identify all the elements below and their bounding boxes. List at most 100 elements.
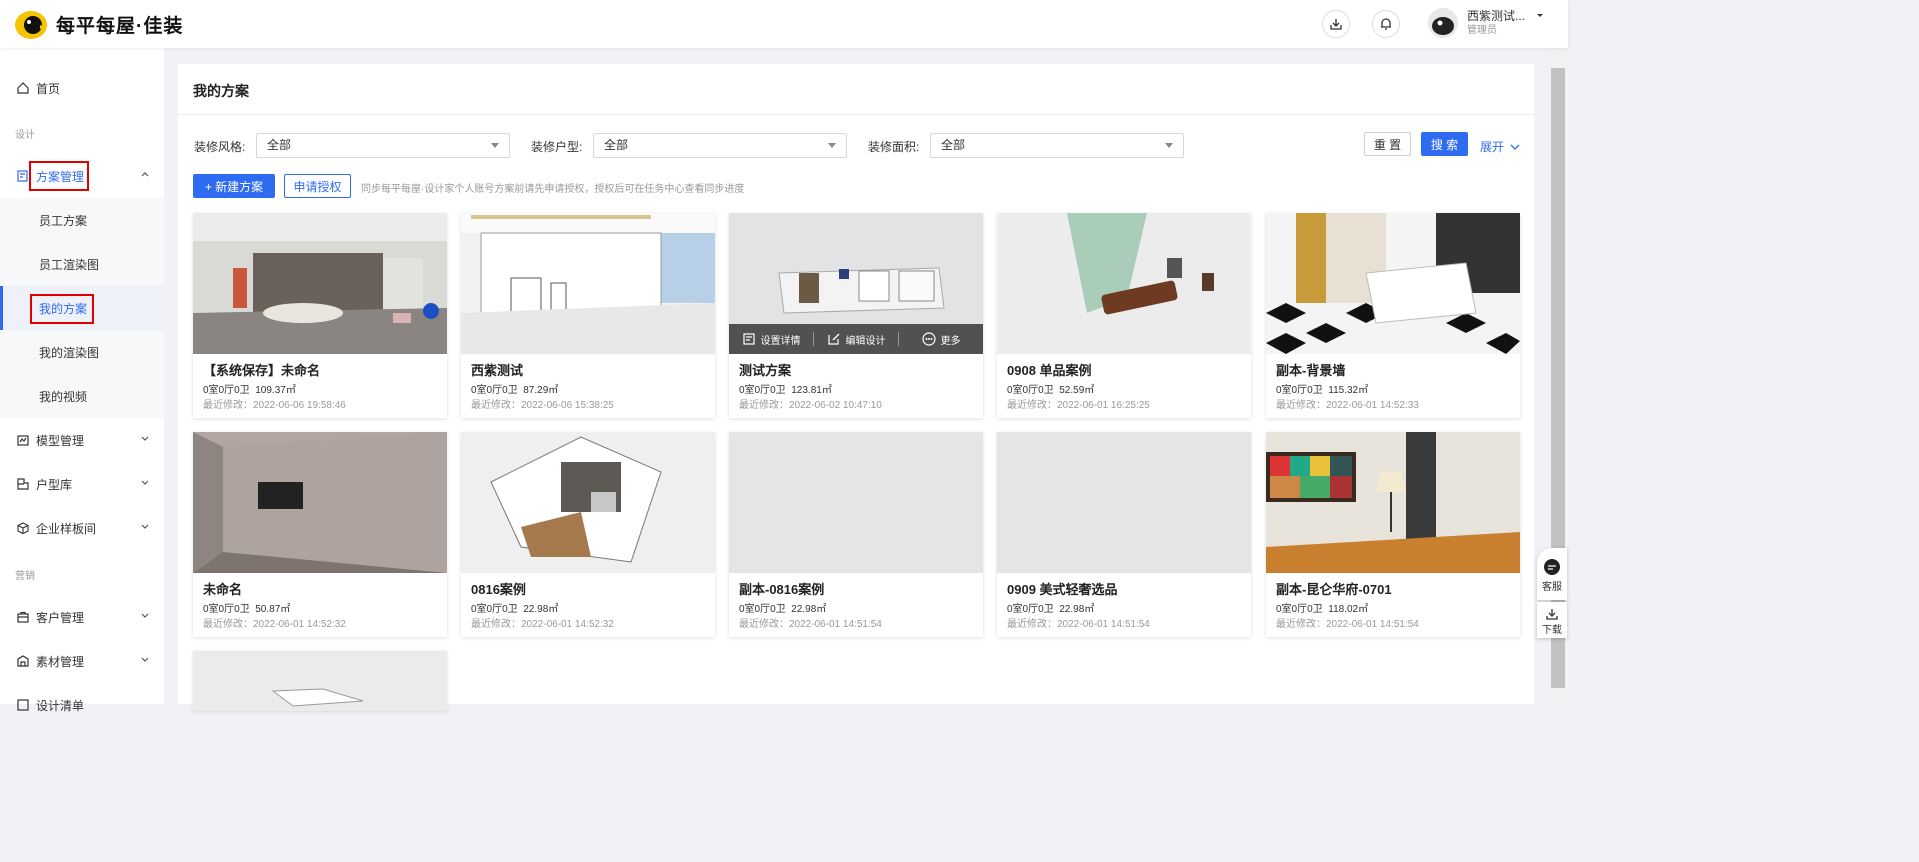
plan-card[interactable]: 0816案例 0室0厅0卫 22.98㎡ 最近修改：2022-06-01 14:…: [461, 432, 715, 637]
plan-title: 测试方案: [739, 363, 792, 378]
plan-thumbnail: [1266, 213, 1520, 354]
search-button[interactable]: 搜 索: [1421, 132, 1468, 156]
sidebar-item-customer-management[interactable]: 客户管理: [0, 595, 164, 639]
plan-thumbnail: [193, 213, 447, 354]
bell-icon: [1381, 18, 1391, 30]
plan-meta: 0室0厅0卫 22.98㎡: [739, 600, 826, 615]
brand-logo[interactable]: 每平每屋·佳装: [14, 8, 183, 40]
sidebar-item-design-list[interactable]: 设计清单: [0, 683, 164, 727]
plan-card[interactable]: 0908 单品案例 0室0厅0卫 52.59㎡ 最近修改：2022-06-01 …: [997, 213, 1251, 418]
plan-card[interactable]: 西紫测试 0室0厅0卫 87.29㎡ 最近修改：2022-06-06 15:38…: [461, 213, 715, 418]
plan-title: 西紫测试: [471, 363, 524, 378]
download-app-button[interactable]: 下载: [1537, 602, 1567, 638]
plan-card[interactable]: 0909 美式轻奢选品 0室0厅0卫 22.98㎡ 最近修改：2022-06-0…: [997, 432, 1251, 637]
plan-rooms: 0室0厅0卫: [1007, 385, 1054, 396]
notification-button[interactable]: [1372, 10, 1400, 38]
edit-design-button[interactable]: 编辑设计: [814, 332, 898, 347]
plan-thumbnail: [193, 432, 447, 573]
plan-card[interactable]: 未命名 0室0厅0卫 50.87㎡ 最近修改：2022-06-01 14:52:…: [193, 432, 447, 637]
sidebar-item-label: 我的视频: [39, 389, 88, 404]
plan-rooms: 0室0厅0卫: [1276, 385, 1323, 396]
sidebar-group-marketing: 营销: [15, 571, 35, 582]
highlight-box: [30, 294, 94, 324]
plan-modified: 最近修改：2022-06-01 14:52:32: [471, 619, 614, 630]
plan-rooms: 0室0厅0卫: [203, 385, 250, 396]
select-value: 全部: [941, 138, 966, 152]
sidebar-item-label: 客户管理: [36, 610, 85, 625]
expand-filters-link[interactable]: 展开: [1480, 138, 1520, 155]
more-button[interactable]: 更多: [899, 332, 983, 347]
apply-auth-button[interactable]: 申请授权: [284, 174, 351, 198]
sidebar-item-label: 员工渲染图: [39, 257, 100, 272]
brand-name: 每平每屋·佳装: [56, 15, 184, 37]
plan-title: 0908 单品案例: [1007, 363, 1092, 378]
plan-thumbnail: [461, 213, 715, 354]
download-center-button[interactable]: [1322, 10, 1350, 38]
filter-style-select[interactable]: 全部: [256, 133, 510, 158]
plan-modified: 最近修改：2022-06-01 14:51:54: [1276, 619, 1419, 630]
plan-title: 副本-背景墙: [1276, 363, 1346, 378]
sidebar-item-material-management[interactable]: 素材管理: [0, 639, 164, 683]
plan-card[interactable]: 副本-背景墙 0室0厅0卫 115.32㎡ 最近修改：2022-06-01 14…: [1266, 213, 1520, 418]
plan-card[interactable]: 设置详情 编辑设计 更多 测试方案 0室0厅0卫 123.81㎡ 最近修改：20…: [729, 213, 983, 418]
download-icon: [1546, 609, 1558, 620]
plan-card[interactable]: 副本-昆仑华府-0701 0室0厅0卫 118.02㎡ 最近修改：2022-06…: [1266, 432, 1520, 637]
filter-area-label: 装修面积:: [868, 140, 920, 154]
highlight-box: [29, 161, 89, 191]
plan-modified: 最近修改：2022-06-02 10:47:10: [739, 400, 882, 411]
sidebar-item-employee-plans[interactable]: 员工方案: [0, 198, 164, 242]
plan-thumbnail: [1266, 432, 1520, 573]
plan-title: 未命名: [203, 582, 243, 597]
sidebar-item-enterprise-sample[interactable]: 企业样板间: [0, 506, 164, 550]
briefcase-icon: [17, 611, 29, 623]
filter-layout-label: 装修户型:: [531, 140, 583, 154]
plan-card[interactable]: 副本-0816案例 0室0厅0卫 22.98㎡ 最近修改：2022-06-01 …: [729, 432, 983, 637]
home-icon: [17, 82, 29, 94]
sidebar-item-model-management[interactable]: 模型管理: [0, 418, 164, 462]
sidebar-item-employee-renders[interactable]: 员工渲染图: [0, 242, 164, 286]
user-role: 管理员: [1467, 24, 1497, 36]
plan-modified: 最近修改：2022-06-06 15:38:25: [471, 400, 614, 411]
sidebar-item-home[interactable]: 首页: [0, 66, 164, 110]
plan-area: 115.32㎡: [1328, 385, 1369, 396]
edit-doc-icon: [742, 333, 755, 345]
download-label: 下载: [1542, 625, 1562, 636]
plan-modified: 最近修改：2022-06-01 14:51:54: [1007, 619, 1150, 630]
sidebar-item-label: 素材管理: [36, 654, 85, 669]
set-details-button[interactable]: 设置详情: [729, 332, 813, 347]
plan-meta: 0室0厅0卫 50.87㎡: [203, 600, 290, 615]
plan-rooms: 0室0厅0卫: [739, 385, 786, 396]
set-details-label: 设置详情: [760, 335, 801, 347]
new-plan-button[interactable]: + 新建方案: [193, 174, 275, 198]
plan-area: 50.87㎡: [255, 604, 291, 615]
reset-button[interactable]: 重 置: [1364, 132, 1411, 156]
plan-card[interactable]: 【系统保存】未命名 0室0厅0卫 109.37㎡ 最近修改：2022-06-06…: [193, 213, 447, 418]
plan-rooms: 0室0厅0卫: [1276, 604, 1323, 615]
plan-area: 87.29㎡: [523, 385, 559, 396]
sidebar-item-my-renders[interactable]: 我的渲染图: [0, 330, 164, 374]
plan-thumbnail: 设置详情 编辑设计 更多: [729, 213, 983, 354]
sidebar-item-floorplan-library[interactable]: 户型库: [0, 462, 164, 506]
filter-layout-select[interactable]: 全部: [593, 133, 847, 158]
sidebar-item-label: 户型库: [36, 477, 73, 492]
plan-modified: 最近修改：2022-06-01 14:51:54: [739, 619, 882, 630]
plan-rooms: 0室0厅0卫: [1007, 604, 1054, 615]
customer-service-button[interactable]: 客服: [1537, 548, 1567, 600]
sidebar-item-my-videos[interactable]: 我的视频: [0, 374, 164, 418]
more-icon: [921, 332, 936, 346]
plan-card[interactable]: [193, 651, 447, 711]
caret-down-icon: [491, 143, 499, 148]
expand-label: 展开: [1480, 140, 1505, 154]
plan-title: 【系统保存】未命名: [203, 363, 321, 378]
sync-hint: 同步每平每屋·设计家个人账号方案前请先申请授权，授权后可在任务中心查看同步进度: [361, 184, 745, 195]
user-name: 西紫测试...: [1467, 8, 1526, 23]
user-menu[interactable]: 西紫测试... 管理员: [1428, 8, 1543, 38]
filter-area-select[interactable]: 全部: [930, 133, 1184, 158]
plan-thumbnail: [193, 651, 447, 711]
plan-rooms: 0室0厅0卫: [471, 385, 518, 396]
plan-area: 109.37㎡: [255, 385, 296, 396]
select-value: 全部: [604, 138, 629, 152]
plan-meta: 0室0厅0卫 22.98㎡: [471, 600, 558, 615]
sidebar-item-label: 企业样板间: [36, 521, 97, 536]
plan-meta: 0室0厅0卫 115.32㎡: [1276, 381, 1368, 396]
